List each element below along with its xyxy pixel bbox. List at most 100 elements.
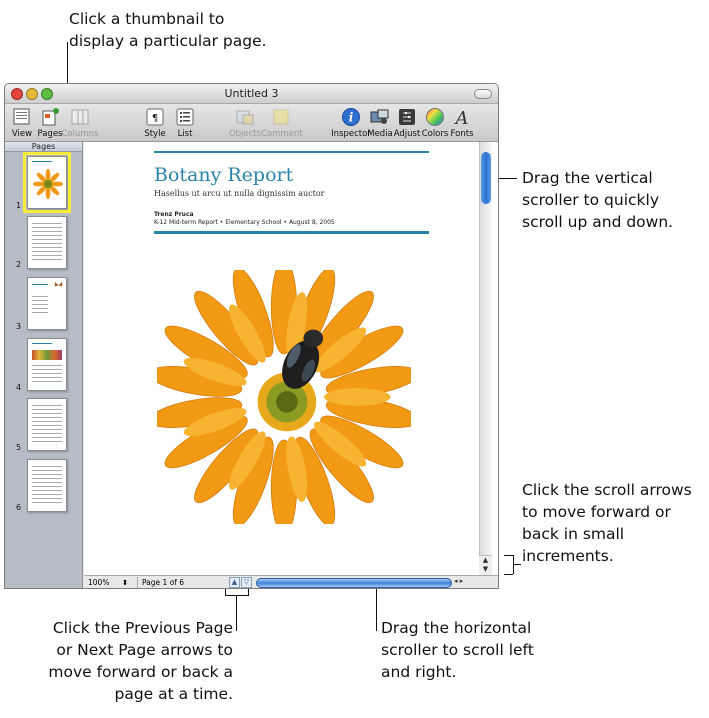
- thumbnail-line: [32, 409, 62, 410]
- fonts-button[interactable]: A Fonts: [442, 107, 482, 139]
- thumbnail-line: [32, 312, 48, 313]
- thumbnail-line: [32, 247, 62, 248]
- thumbnail-line: [32, 373, 62, 374]
- page-thumbnail-4[interactable]: [27, 338, 67, 391]
- page-number-6: 6: [16, 503, 22, 512]
- document-meta[interactable]: K-12 Mid-term Report • Elementary School…: [154, 219, 335, 226]
- thumbnail-line: [32, 365, 62, 366]
- inspector-icon: i: [342, 108, 360, 126]
- thumbnail-line: [32, 441, 62, 442]
- page-thumbnail-1[interactable]: [23, 152, 71, 213]
- thumbnail-line: [32, 413, 62, 414]
- thumbnail-line: [32, 502, 62, 503]
- horizontal-scroller-thumb[interactable]: [256, 578, 452, 588]
- callout-page-arrows-bracket: [225, 595, 249, 596]
- zoom-selector[interactable]: 100% ⬍: [86, 577, 138, 588]
- callout-scroll-arrows-line: [514, 564, 521, 565]
- thumbnail-line: [32, 494, 62, 495]
- page-thumbnail-2[interactable]: [27, 216, 67, 269]
- thumbnail-line: [32, 470, 62, 471]
- thumbnail-line: [32, 304, 48, 305]
- title-bar[interactable]: Untitled 3: [5, 84, 498, 104]
- page-number-2: 2: [16, 260, 22, 269]
- thumbnail-line: [32, 474, 62, 475]
- pages-icon: [42, 108, 59, 126]
- next-page-button[interactable]: ▽: [241, 577, 252, 588]
- paragraph-style-icon: ¶: [146, 108, 164, 126]
- svg-text:¶: ¶: [152, 113, 158, 124]
- callout-horizontal-scroller: Drag the horizontal scroller to scroll l…: [381, 619, 534, 681]
- thumbnail-line: [32, 308, 48, 309]
- window-title: Untitled 3: [224, 87, 279, 100]
- thumbnail-line: [32, 255, 62, 256]
- comment-button[interactable]: Comment: [261, 107, 303, 139]
- page-number-3: 3: [16, 322, 22, 331]
- columns-icon: [71, 109, 89, 125]
- list-icon: [176, 108, 194, 126]
- page-number-1: 1: [16, 201, 22, 210]
- sidebar-header: Pages: [5, 142, 82, 152]
- document-subtitle[interactable]: Hasellus ut arcu ut nulla dignissim auct…: [154, 189, 325, 198]
- vertical-scrollbar[interactable]: [479, 142, 492, 575]
- header-rule-top: [154, 151, 429, 153]
- thumbnail-line: [32, 381, 62, 382]
- thumbnail-line: [32, 490, 62, 491]
- objects-icon: [236, 110, 254, 125]
- thumbnail-line: [32, 231, 62, 232]
- pages-window: Untitled 3 View Pages Columns ¶ Style Li…: [4, 83, 499, 589]
- thumbnail-line: [32, 300, 48, 301]
- horizontal-scroll-arrows[interactable]: ◂ ▸: [454, 577, 463, 585]
- thumbnail-line: [32, 251, 62, 252]
- list-button[interactable]: List: [165, 107, 205, 139]
- document-title[interactable]: Botany Report: [154, 164, 293, 186]
- flower-icon: [32, 168, 64, 200]
- toolbar: View Pages Columns ¶ Style List Objects …: [5, 104, 498, 142]
- thumbnail-line: [32, 235, 62, 236]
- thumbnail-line: [32, 223, 62, 224]
- flower-photo[interactable]: [157, 270, 411, 524]
- page-thumbnail-5[interactable]: [27, 398, 67, 451]
- callout-page-arrows-bracket-left: [225, 588, 226, 596]
- vertical-scroll-arrows[interactable]: ▲ ▼: [479, 555, 492, 575]
- thumbnail-line: [32, 486, 62, 487]
- scroll-right-arrow[interactable]: ▸: [460, 577, 464, 585]
- fonts-icon: A: [454, 108, 469, 127]
- thumbnail-line: [32, 369, 62, 370]
- svg-text:i: i: [349, 111, 354, 125]
- previous-page-button[interactable]: ▲: [229, 577, 240, 588]
- callout-thumbnail: Click a thumbnail to display a particula…: [69, 10, 267, 50]
- page-number-5: 5: [16, 443, 22, 452]
- page-thumbnail-6[interactable]: [27, 459, 67, 512]
- thumbnail-line: [32, 433, 62, 434]
- columns-button[interactable]: Columns: [60, 107, 100, 139]
- page-number-4: 4: [16, 383, 22, 392]
- objects-button[interactable]: Objects: [225, 107, 265, 139]
- scroll-left-arrow[interactable]: ◂: [454, 577, 458, 585]
- thumbnail-line: [32, 417, 62, 418]
- zoom-stepper-icon: ⬍: [121, 578, 129, 587]
- toolbar-toggle-button[interactable]: [474, 89, 492, 99]
- document-canvas[interactable]: Botany Report Hasellus ut arcu ut nulla …: [84, 142, 498, 588]
- callout-page-arrows-line: [236, 595, 237, 631]
- callout-scroll-arrows-bracket-top: [504, 555, 513, 556]
- scroll-up-arrow[interactable]: ▲: [479, 556, 492, 565]
- thumbnail-line: [32, 227, 62, 228]
- callout-scroll-arrows: Click the scroll arrows to move forward …: [522, 481, 692, 565]
- page-thumbnail-3[interactable]: [27, 277, 67, 330]
- thumbnail-line: [32, 405, 62, 406]
- vertical-scroller-thumb[interactable]: [481, 152, 491, 204]
- status-bar: 100% ⬍ Page 1 of 6 ▲ ▽ ◂ ▸: [84, 575, 498, 588]
- thumbnail-line: [32, 377, 62, 378]
- scroll-down-arrow[interactable]: ▼: [479, 565, 492, 574]
- page-indicator: Page 1 of 6: [142, 578, 185, 587]
- thumbnail-line: [32, 466, 62, 467]
- pages-sidebar: Pages 1 2 3 4 5 6: [5, 142, 83, 588]
- header-rule-bottom: [154, 231, 429, 234]
- callout-page-arrows: Click the Previous Page or Next Page arr…: [48, 619, 233, 703]
- callout-horizontal-scroller-line: [376, 586, 377, 631]
- thumbnail-line: [32, 437, 62, 438]
- document-author[interactable]: Trenz Pruca: [154, 211, 194, 218]
- svg-text:A: A: [454, 108, 469, 127]
- thumbnail-line: [32, 239, 62, 240]
- thumbnail-image-strip: [32, 350, 62, 360]
